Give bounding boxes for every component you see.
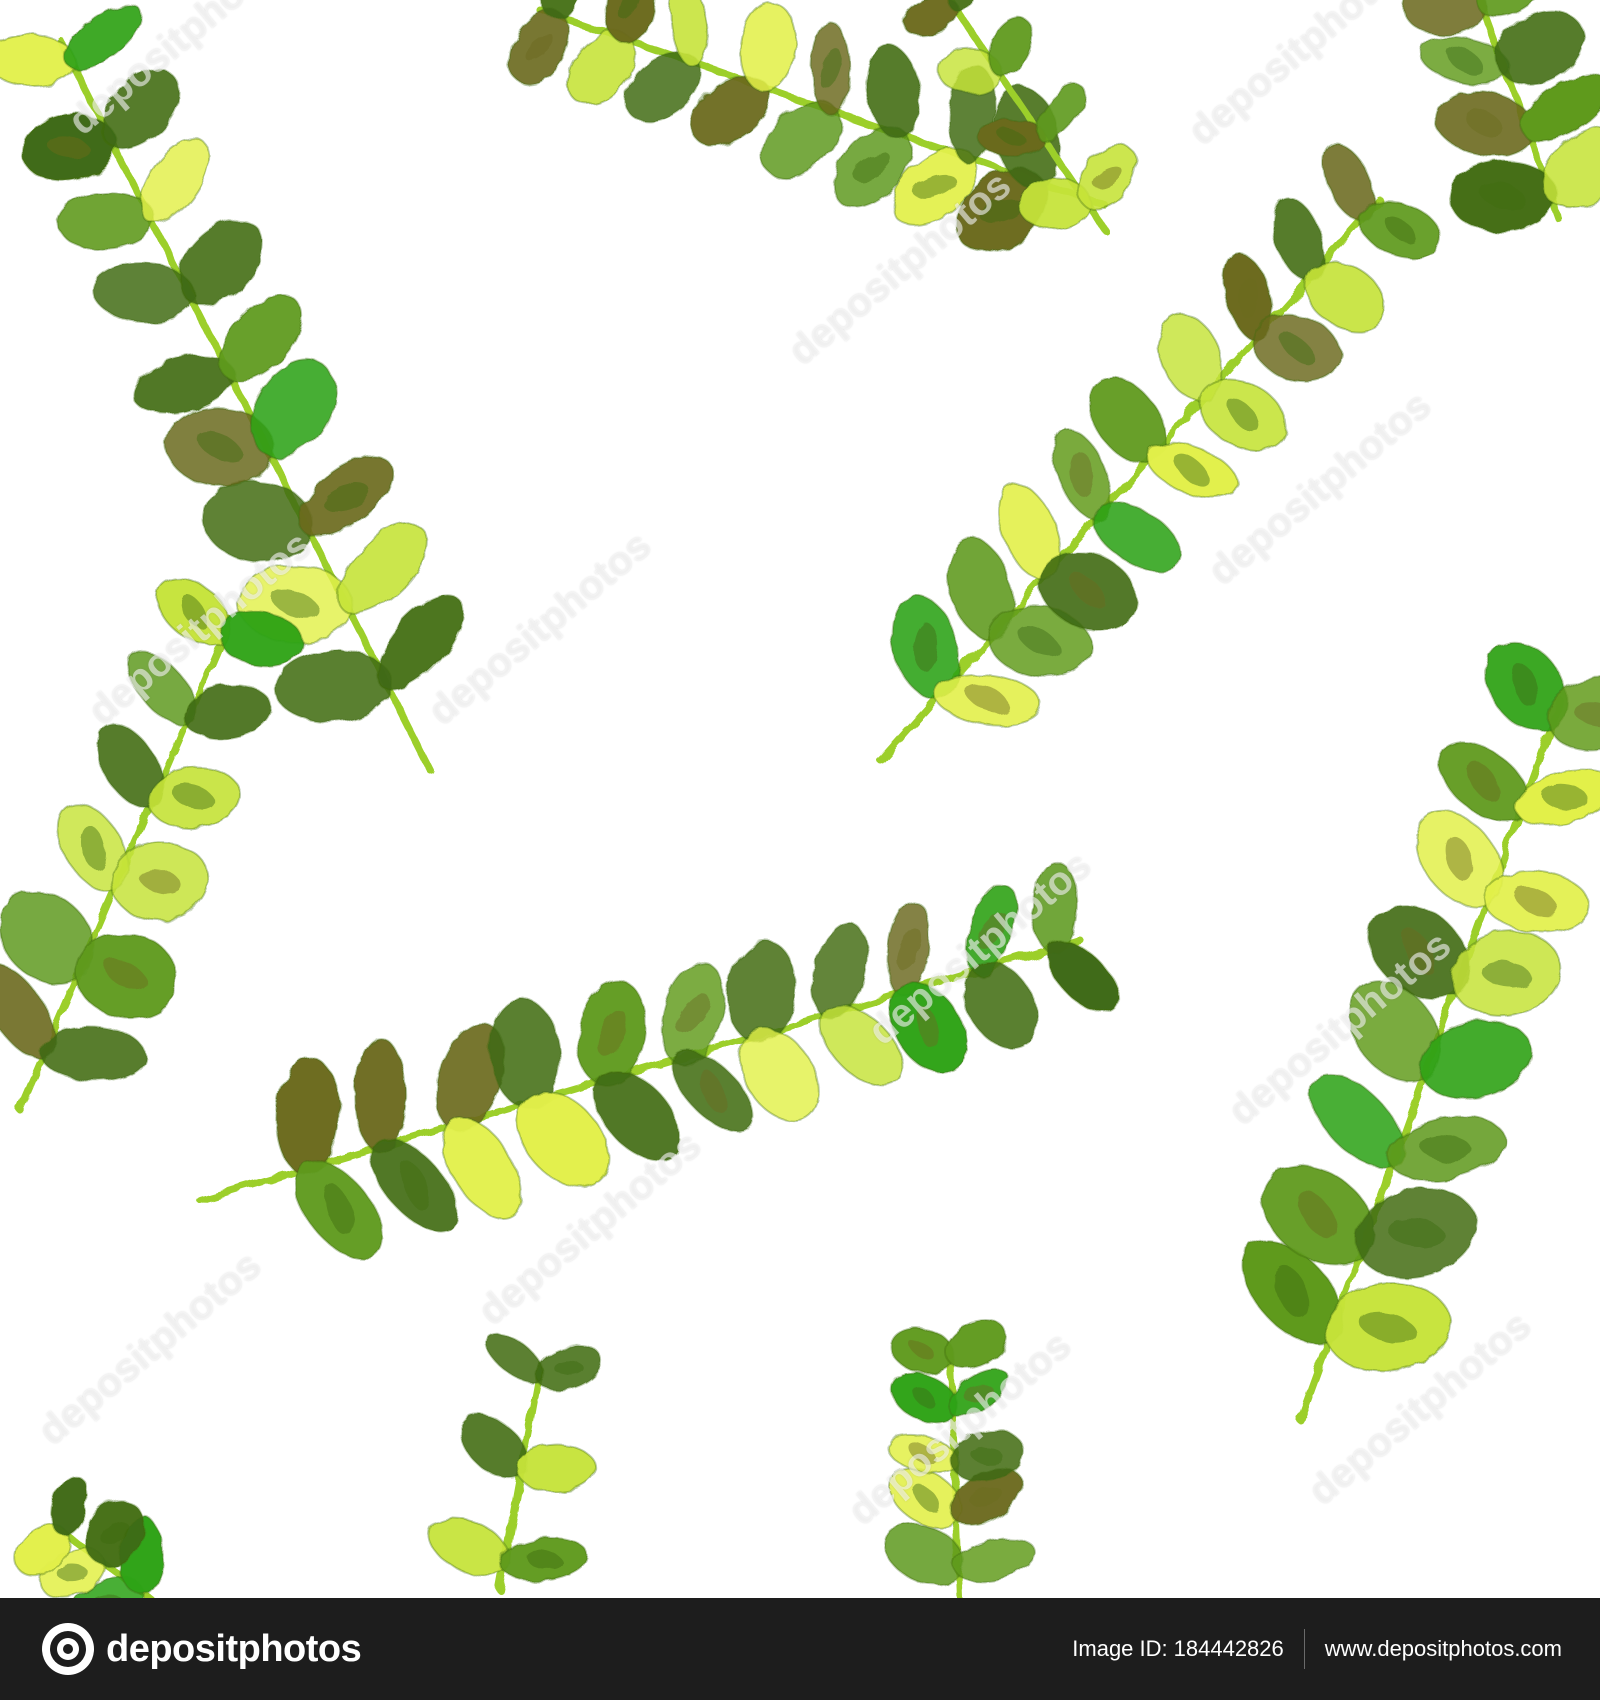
eucalyptus-branch (1402, 0, 1600, 233)
eucalyptus-leaf (953, 1537, 1037, 1583)
brand-logo: depositphotos (40, 1621, 362, 1677)
footer-bar: depositphotos Image ID: 184442826 www.de… (0, 1598, 1600, 1700)
eucalyptus-leaf (38, 1025, 148, 1083)
brand-name: depositphotos (106, 1627, 362, 1670)
watercolor-eucalyptus-pattern: depositphotos depositphotos depositphotos d… (0, 0, 1600, 1598)
site-url: www.depositphotos.com (1324, 1636, 1562, 1661)
footer-meta: Image ID: 184442826 www.depositphotos.co… (1072, 1629, 1562, 1669)
footer-divider (1303, 1629, 1305, 1669)
eucalyptus-leaf (182, 684, 272, 740)
eucalyptus-branch (196, 860, 1120, 1260)
eucalyptus-branch (884, 1320, 1037, 1598)
eucalyptus-branch (0, 577, 304, 1114)
image-id: 184442826 (1173, 1636, 1284, 1661)
eucalyptus-leaf (354, 1037, 407, 1154)
eucalyptus-branch (427, 1332, 603, 1594)
eucalyptus-leaf (516, 1444, 597, 1494)
eucalyptus-branch (13, 1475, 164, 1598)
image-id-label: Image ID: (1072, 1636, 1168, 1661)
depositphotos-logo-icon (42, 1623, 94, 1675)
eucalyptus-branch (1241, 640, 1600, 1424)
eucalyptus-leaf (1402, 0, 1488, 36)
